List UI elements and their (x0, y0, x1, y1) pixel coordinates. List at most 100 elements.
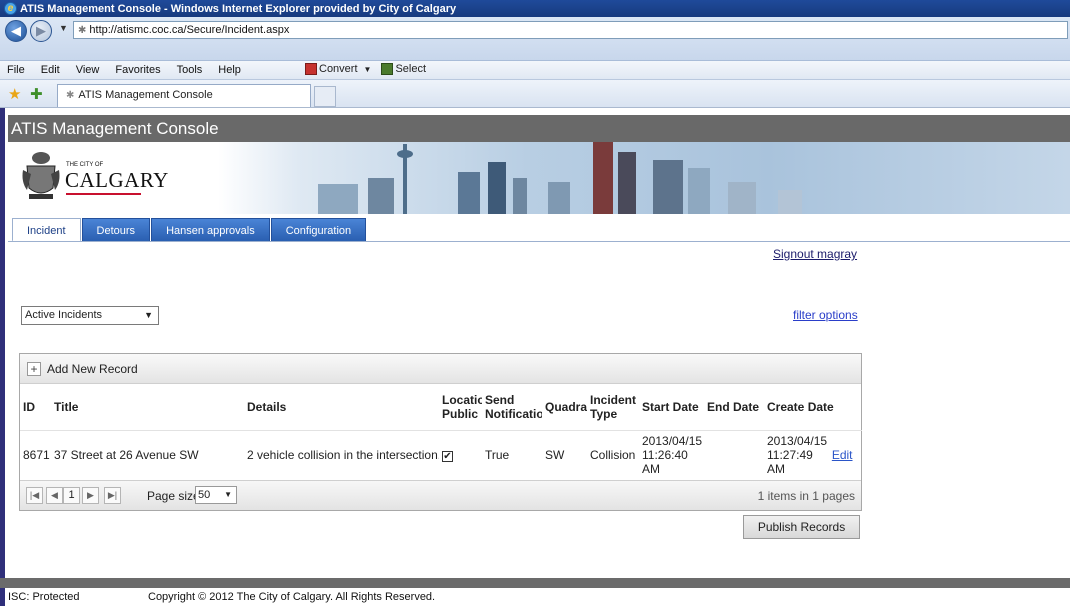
cell-title: 37 Street at 26 Avenue SW (51, 429, 244, 480)
footer-bar (0, 578, 1070, 588)
classification-text: ISC: Protected (8, 591, 80, 603)
app-tabs: Incident Detours Hansen approvals Config… (12, 218, 367, 242)
col-id[interactable]: ID (20, 384, 51, 430)
select-button[interactable]: Select (395, 63, 426, 75)
copyright-text: Copyright © 2012 The City of Calgary. Al… (148, 591, 436, 603)
cell-start-date: 2013/04/15 11:26:40 AM (639, 429, 704, 480)
pager-info: 1 items in 1 pages (757, 489, 855, 503)
location-public-checkbox[interactable]: ✔ (442, 451, 453, 463)
tab-page-icon: ✱ (66, 90, 75, 101)
app-header: ATIS Management Console (8, 115, 1070, 142)
tab-hansen-approvals[interactable]: Hansen approvals (151, 218, 270, 242)
signout-link[interactable]: Signout magray (773, 247, 857, 261)
favorites-bar: ★ ✚ ✱ ATIS Management Console (0, 80, 1070, 108)
convert-dropdown-icon[interactable]: ▼ (364, 65, 372, 74)
history-dropdown-icon[interactable]: ▼ (59, 23, 68, 33)
col-send-notification[interactable]: Send Notification (482, 384, 542, 430)
create-date-time: 11:27:49 (767, 448, 813, 463)
add-record-icon[interactable]: + (27, 362, 41, 376)
page-size-select[interactable]: 50 ▼ (195, 486, 237, 504)
next-page-icon[interactable]: ▶ (82, 487, 99, 504)
cell-details: 2 vehicle collision in the intersection. (244, 429, 439, 480)
cell-incident-type: Collision (587, 429, 639, 480)
city-banner: THE CITY OF CALGARY (8, 142, 1070, 214)
col-quadrant[interactable]: Quadrant (542, 384, 587, 430)
last-page-icon[interactable]: ▶| (104, 487, 121, 504)
select-icon (381, 63, 394, 75)
browser-tab-title: ATIS Management Console (78, 89, 213, 101)
incident-filter-select[interactable]: Active Incidents ▼ (21, 306, 159, 325)
start-date-line-1: 2013/04/15 (642, 434, 703, 449)
menu-edit[interactable]: Edit (34, 64, 69, 76)
grid-pager: |◀ ◀ 1 ▶ ▶| Page size: 50 ▼ 1 items in 1… (20, 480, 861, 510)
create-date-line-2: 11:27:49 Edit (767, 448, 859, 462)
grid-toolbar: + Add New Record (20, 354, 861, 384)
favorites-star-icon[interactable]: ★ (8, 85, 21, 103)
table-row[interactable]: 8671 37 Street at 26 Avenue SW 2 vehicle… (20, 429, 862, 480)
tab-configuration[interactable]: Configuration (270, 218, 367, 242)
menu-tools[interactable]: Tools (170, 64, 212, 76)
cell-create-date: 2013/04/15 11:27:49 Edit AM (764, 429, 862, 480)
menu-view[interactable]: View (69, 64, 109, 76)
publish-records-button[interactable]: Publish Records (743, 515, 860, 539)
table-header-row: ID Title Details Location Public Send No… (20, 384, 862, 430)
menu-favorites[interactable]: Favorites (108, 64, 169, 76)
url-text: http://atismc.coc.ca/Secure/Incident.asp… (89, 24, 290, 36)
convert-button[interactable]: Convert (319, 63, 358, 75)
page-number-button[interactable]: 1 (63, 487, 80, 504)
start-date-line-2: 11:26:40 (642, 448, 688, 463)
add-favorites-icon[interactable]: ✚ (30, 85, 43, 103)
col-start-date-label: Start Date (642, 399, 699, 414)
col-location-public[interactable]: Location Public (439, 384, 482, 430)
cell-location-public: ✔ (439, 429, 482, 480)
incident-filter-value: Active Incidents (25, 309, 103, 321)
logo-underline (66, 193, 141, 195)
first-page-icon[interactable]: |◀ (26, 487, 43, 504)
footer: ISC: Protected Copyright © 2012 The City… (0, 588, 1070, 606)
col-end-date[interactable]: End Date (704, 384, 764, 430)
menu-file[interactable]: File (0, 64, 34, 76)
new-tab-button[interactable] (314, 86, 336, 107)
col-create-date-label: Create Date (767, 399, 834, 414)
window-titlebar: e ATIS Management Console - Windows Inte… (0, 0, 1070, 17)
col-send-notification-label: Send Notification (485, 392, 542, 421)
col-title[interactable]: Title (51, 384, 244, 430)
back-button[interactable]: ◀ (5, 20, 27, 42)
cell-quadrant: SW (542, 429, 587, 480)
chevron-down-icon: ▼ (224, 490, 232, 499)
menu-help[interactable]: Help (211, 64, 250, 76)
page-size-value: 50 (198, 489, 211, 501)
menu-bar: File Edit View Favorites Tools Help Conv… (0, 61, 1070, 80)
incident-grid: + Add New Record ID Title Details Locati… (19, 353, 862, 511)
tab-incident[interactable]: Incident (12, 218, 81, 242)
forward-button[interactable]: ▶ (30, 20, 52, 42)
pdf-convert-icon (305, 63, 317, 75)
ie-logo-icon: e (4, 2, 17, 15)
url-field[interactable]: ✱ http://atismc.coc.ca/Secure/Incident.as… (73, 21, 1068, 39)
col-start-date[interactable]: Start Date (639, 384, 704, 430)
col-incident-type[interactable]: Incident Type (587, 384, 639, 430)
create-date-line-3: AM (767, 462, 785, 477)
city-crest-icon (22, 152, 60, 199)
tab-detours[interactable]: Detours (81, 218, 151, 242)
col-incident-type-label: Incident Type (590, 392, 637, 421)
prev-page-icon[interactable]: ◀ (46, 487, 63, 504)
add-new-record-button[interactable]: Add New Record (47, 362, 138, 376)
edit-link[interactable]: Edit (832, 448, 853, 462)
window-title: ATIS Management Console - Windows Intern… (20, 2, 457, 15)
skyline-image (318, 142, 802, 214)
create-date-line-1: 2013/04/15 (767, 434, 828, 449)
page-icon: ✱ (78, 25, 87, 36)
browser-tab[interactable]: ✱ ATIS Management Console (57, 84, 311, 107)
start-date-line-3: AM (642, 462, 660, 477)
convert-toolbar: Convert ▼ Select (305, 63, 426, 75)
col-location-public-label: Location Public (442, 392, 482, 421)
chevron-down-icon: ▼ (144, 310, 153, 320)
incident-table: ID Title Details Location Public Send No… (20, 384, 862, 480)
filter-options-link[interactable]: filter options (793, 308, 858, 322)
logo-big-text: CALGARY (65, 168, 169, 192)
cell-id: 8671 (20, 429, 51, 480)
cell-send-notification: True (482, 429, 542, 480)
col-details[interactable]: Details (244, 384, 439, 430)
col-create-date[interactable]: Create Date (764, 384, 862, 430)
